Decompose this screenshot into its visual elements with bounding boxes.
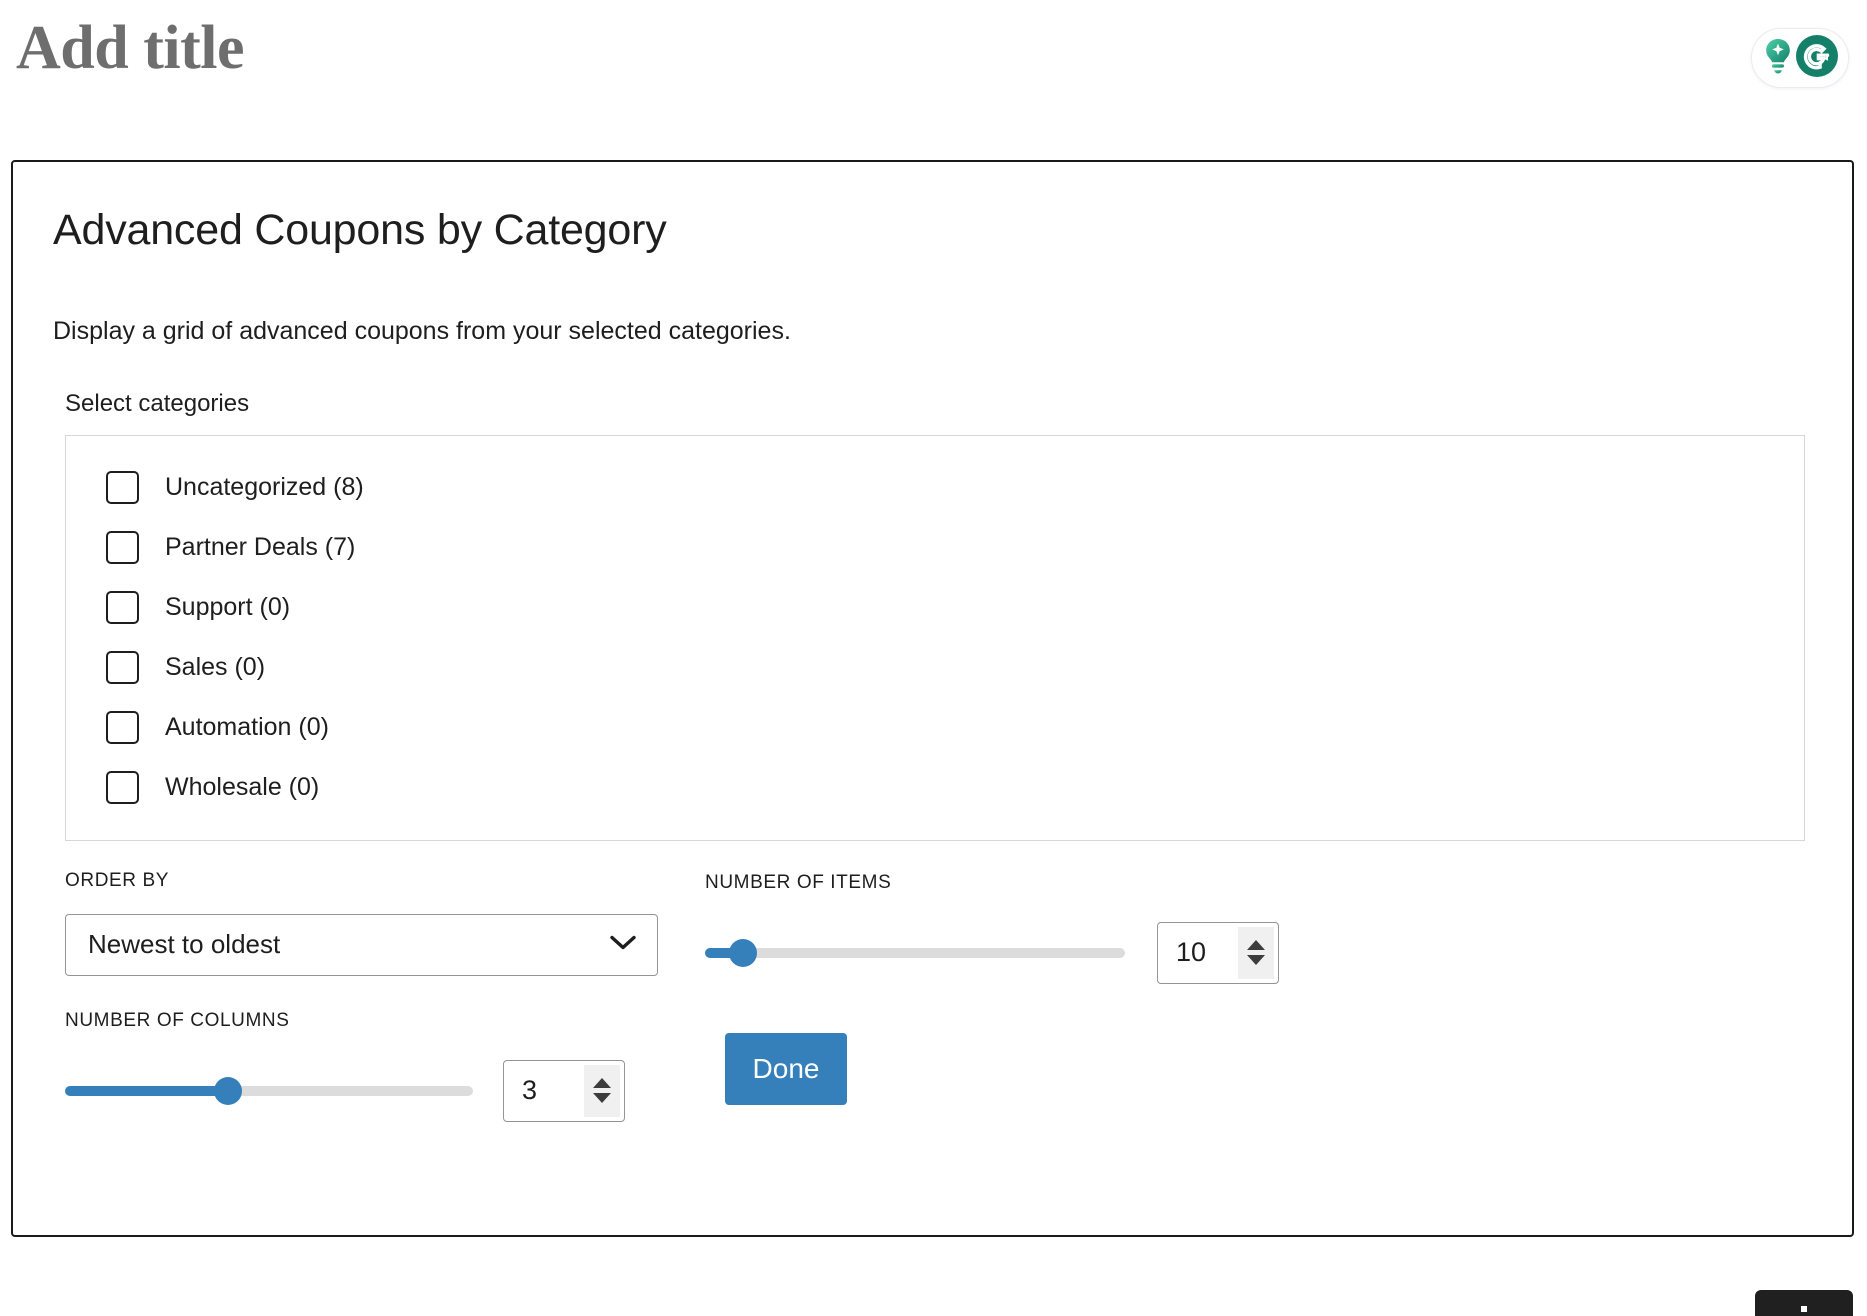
number-of-columns-label: NUMBER OF COLUMNS	[65, 1011, 685, 1030]
block-heading: Advanced Coupons by Category	[53, 206, 1812, 255]
number-of-columns-slider[interactable]	[65, 1077, 473, 1105]
slider-thumb[interactable]	[729, 939, 757, 967]
grammarly-assistant-pill[interactable]	[1751, 28, 1849, 88]
slider-thumb[interactable]	[214, 1077, 242, 1105]
list-item-label: Wholesale (0)	[165, 775, 319, 800]
checkbox-support[interactable]	[106, 591, 139, 624]
number-of-columns-stepper[interactable]: 3	[503, 1060, 625, 1122]
stepper-arrows[interactable]	[584, 1065, 620, 1117]
checkbox-partner-deals[interactable]	[106, 531, 139, 564]
list-item-label: Uncategorized (8)	[165, 475, 364, 500]
order-by-group: ORDER BY Newest to oldest	[65, 871, 665, 976]
list-item-label: Support (0)	[165, 595, 290, 620]
order-by-label: ORDER BY	[65, 871, 665, 890]
order-by-value[interactable]: Newest to oldest	[65, 914, 658, 976]
list-item[interactable]: Sales (0)	[66, 638, 1804, 698]
select-categories-label: Select categories	[65, 390, 1812, 419]
stepper-arrows[interactable]	[1238, 927, 1274, 979]
list-item-label: Partner Deals (7)	[165, 535, 355, 560]
done-button[interactable]: Done	[725, 1033, 847, 1105]
list-item[interactable]: Wholesale (0)	[66, 758, 1804, 818]
checkbox-uncategorized[interactable]	[106, 471, 139, 504]
block-description: Display a grid of advanced coupons from …	[53, 315, 1812, 348]
number-of-columns-value[interactable]: 3	[522, 1077, 537, 1104]
corner-widget-indicator	[1801, 1306, 1807, 1312]
number-of-items-slider[interactable]	[705, 939, 1125, 967]
lightbulb-sparkle-icon[interactable]	[1761, 37, 1795, 80]
category-checkbox-list: Uncategorized (8) Partner Deals (7) Supp…	[65, 435, 1805, 841]
slider-fill	[65, 1086, 228, 1096]
list-item[interactable]: Partner Deals (7)	[66, 518, 1804, 578]
list-item-label: Sales (0)	[165, 655, 265, 680]
checkbox-automation[interactable]	[106, 711, 139, 744]
arrow-down-icon[interactable]	[593, 1093, 611, 1103]
order-by-select[interactable]: Newest to oldest	[65, 914, 658, 976]
list-item[interactable]: Automation (0)	[66, 698, 1804, 758]
number-of-items-value[interactable]: 10	[1176, 939, 1206, 966]
checkbox-wholesale[interactable]	[106, 771, 139, 804]
list-item[interactable]: Uncategorized (8)	[66, 458, 1804, 518]
number-of-columns-group: NUMBER OF COLUMNS 3	[65, 1011, 685, 1122]
page-title[interactable]: Add title	[16, 14, 244, 82]
arrow-down-icon[interactable]	[1247, 955, 1265, 965]
checkbox-sales[interactable]	[106, 651, 139, 684]
selected-block-panel[interactable]: Advanced Coupons by Category Display a g…	[11, 160, 1854, 1237]
list-item-label: Automation (0)	[165, 715, 329, 740]
number-of-items-label: NUMBER OF ITEMS	[705, 873, 1355, 892]
block-controls: ORDER BY Newest to oldest NUMBER OF ITEM…	[65, 871, 1812, 1171]
arrow-up-icon[interactable]	[593, 1078, 611, 1088]
slider-track	[705, 948, 1125, 958]
number-of-items-stepper[interactable]: 10	[1157, 922, 1279, 984]
editor-top-bar: Add title	[0, 0, 1867, 130]
arrow-up-icon[interactable]	[1247, 940, 1265, 950]
grammarly-g-icon[interactable]	[1795, 34, 1839, 83]
number-of-items-group: NUMBER OF ITEMS 10	[705, 873, 1355, 984]
list-item[interactable]: Support (0)	[66, 578, 1804, 638]
corner-toolbar-widget[interactable]	[1755, 1290, 1853, 1316]
